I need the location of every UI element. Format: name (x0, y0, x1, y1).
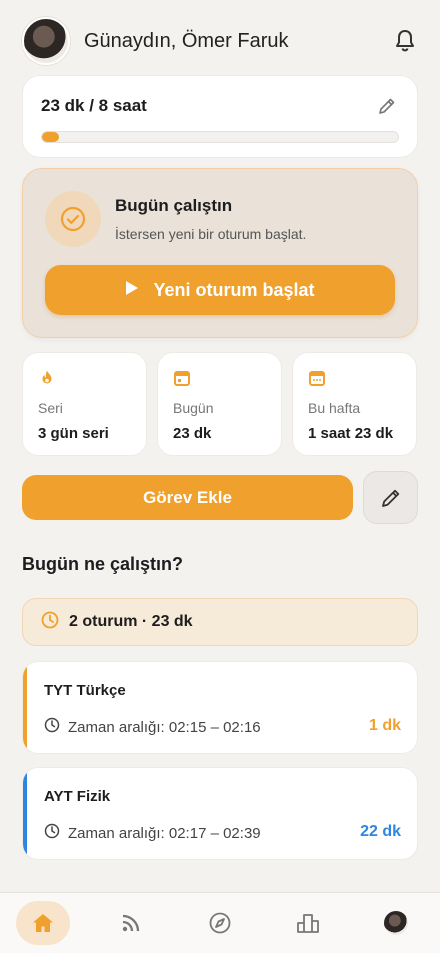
play-icon (125, 280, 139, 301)
goal-progress-fill (42, 132, 60, 142)
user-avatar[interactable] (22, 17, 70, 65)
session-range-text: Zaman aralığı: 02:15 – 02:16 (68, 718, 261, 736)
section-title: Bugün ne çalıştın? (22, 554, 184, 574)
bottom-navigation (0, 892, 440, 953)
stat-label: Seri (38, 400, 63, 416)
clock-icon (44, 717, 60, 737)
session-duration: 22 dk (360, 823, 401, 840)
stat-value: 3 gün seri (38, 425, 109, 442)
session-item[interactable]: TYT Türkçe Zaman aralığı: 02:15 – 02:16 … (22, 661, 418, 754)
clock-icon (41, 611, 59, 634)
session-item[interactable]: AYT Fizik Zaman aralığı: 02:17 – 02:39 2… (22, 767, 418, 860)
stat-week: Bu hafta 1 saat 23 dk (292, 352, 417, 456)
stat-streak: Seri 3 gün seri (22, 352, 147, 456)
goal-text: 23 dk / 8 saat (41, 96, 147, 115)
session-duration: 1 dk (368, 717, 401, 734)
pencil-icon[interactable] (377, 96, 399, 118)
session-range: Zaman aralığı: 02:15 – 02:16 (44, 717, 261, 737)
flame-icon (38, 369, 56, 387)
profile-avatar[interactable] (369, 901, 423, 945)
calendar-icon (173, 369, 191, 387)
summary-text: 2 oturum · 23 dk (69, 613, 193, 630)
leaderboard-icon[interactable] (281, 901, 335, 945)
add-task-button[interactable]: Görev Ekle (22, 475, 353, 520)
stat-today: Bugün 23 dk (157, 352, 282, 456)
session-subject: AYT Fizik (44, 788, 111, 805)
sessions-summary: 2 oturum · 23 dk (22, 598, 418, 646)
home-icon[interactable] (16, 901, 70, 945)
header: Günaydın, Ömer Faruk (22, 16, 418, 66)
greeting-text: Günaydın, Ömer Faruk (84, 29, 289, 52)
stat-value: 1 saat 23 dk (308, 425, 394, 442)
start-session-label: Yeni oturum başlat (153, 279, 315, 300)
feed-icon[interactable] (104, 901, 158, 945)
today-title: Bugün çalıştın (115, 196, 233, 215)
daily-goal-card: 23 dk / 8 saat (22, 75, 418, 158)
bell-icon[interactable] (392, 28, 418, 54)
session-range: Zaman aralığı: 02:17 – 02:39 (44, 823, 261, 843)
stat-label: Bu hafta (308, 400, 361, 416)
goal-progress-bar (41, 131, 399, 143)
stat-label: Bugün (173, 400, 214, 416)
pencil-icon[interactable] (363, 471, 418, 524)
stat-value: 23 dk (173, 425, 212, 442)
session-color-bar (23, 768, 27, 859)
compass-icon[interactable] (193, 901, 247, 945)
session-color-bar (23, 662, 27, 753)
today-subtitle: İstersen yeni bir oturum başlat. (115, 226, 307, 242)
calendar-icon (308, 369, 326, 387)
session-range-text: Zaman aralığı: 02:17 – 02:39 (68, 824, 261, 842)
clock-icon (44, 823, 60, 843)
session-subject: TYT Türkçe (44, 682, 126, 699)
today-status-card: Bugün çalıştın İstersen yeni bir oturum … (22, 168, 418, 338)
start-session-button[interactable]: Yeni oturum başlat (45, 265, 395, 315)
check-circle-icon (45, 191, 101, 247)
